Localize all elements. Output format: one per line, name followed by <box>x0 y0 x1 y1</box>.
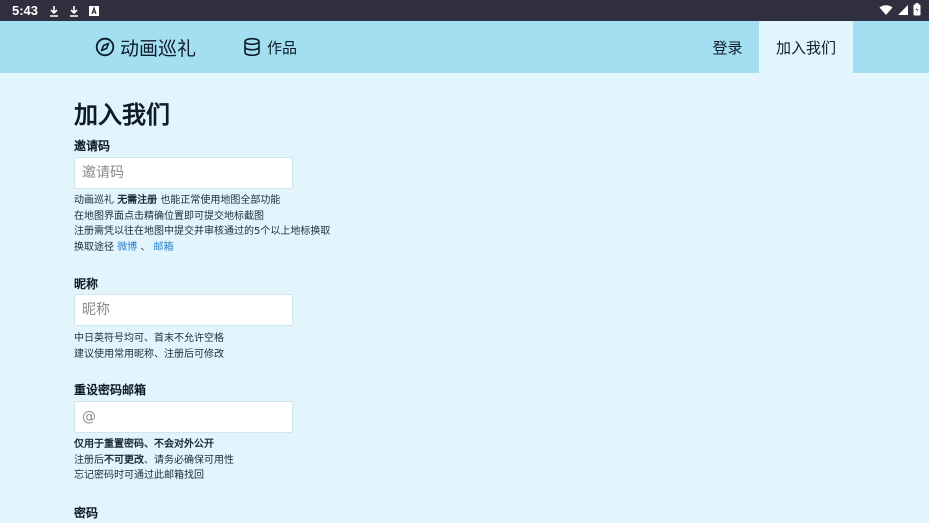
invite-code-input[interactable] <box>74 157 293 189</box>
status-time: 5:43 <box>12 3 39 18</box>
invite-code-help: 动画巡礼 无需注册 也能正常使用地图全部功能 在地图界面点击精确位置即可提交地标… <box>74 195 331 253</box>
nav-works-link[interactable]: 作品 <box>242 21 297 73</box>
reset-email-help: 仅用于重置密码、不会对外公开 注册后不可更改、请务必确保可用性 忘记密码时可通过… <box>74 439 234 481</box>
status-bar: 5:43 <box>0 0 929 21</box>
signal-icon <box>898 4 908 15</box>
nickname-label: 昵称 <box>74 277 99 291</box>
top-navbar: 动画巡礼 作品 登录 加入我们 <box>0 21 929 73</box>
email-link[interactable]: 邮箱 <box>154 242 174 253</box>
reset-email-input[interactable] <box>74 401 293 433</box>
battery-icon <box>913 3 921 16</box>
page-title: 加入我们 <box>74 101 170 129</box>
reset-email-label: 重设密码邮箱 <box>74 383 147 397</box>
invite-code-label: 邀请码 <box>74 139 111 153</box>
nickname-help: 中日英符号均可、首末不允许空格 建议使用常用昵称、注册后可修改 <box>74 333 224 360</box>
database-icon <box>244 37 260 57</box>
brand-link[interactable]: 动画巡礼 <box>95 21 196 73</box>
app-notification-icon <box>89 5 100 16</box>
password-label: 密码 <box>74 506 99 520</box>
weibo-link[interactable]: 微博 <box>117 242 137 253</box>
nav-login-link[interactable]: 登录 <box>696 21 759 73</box>
compass-icon <box>95 37 115 57</box>
nav-works-label: 作品 <box>267 38 298 57</box>
download-icon <box>70 5 79 17</box>
download-icon <box>50 5 59 17</box>
brand-name: 动画巡礼 <box>120 37 197 60</box>
nickname-input[interactable] <box>74 294 293 326</box>
nav-join-link[interactable]: 加入我们 <box>759 21 853 73</box>
wifi-icon <box>879 4 893 15</box>
